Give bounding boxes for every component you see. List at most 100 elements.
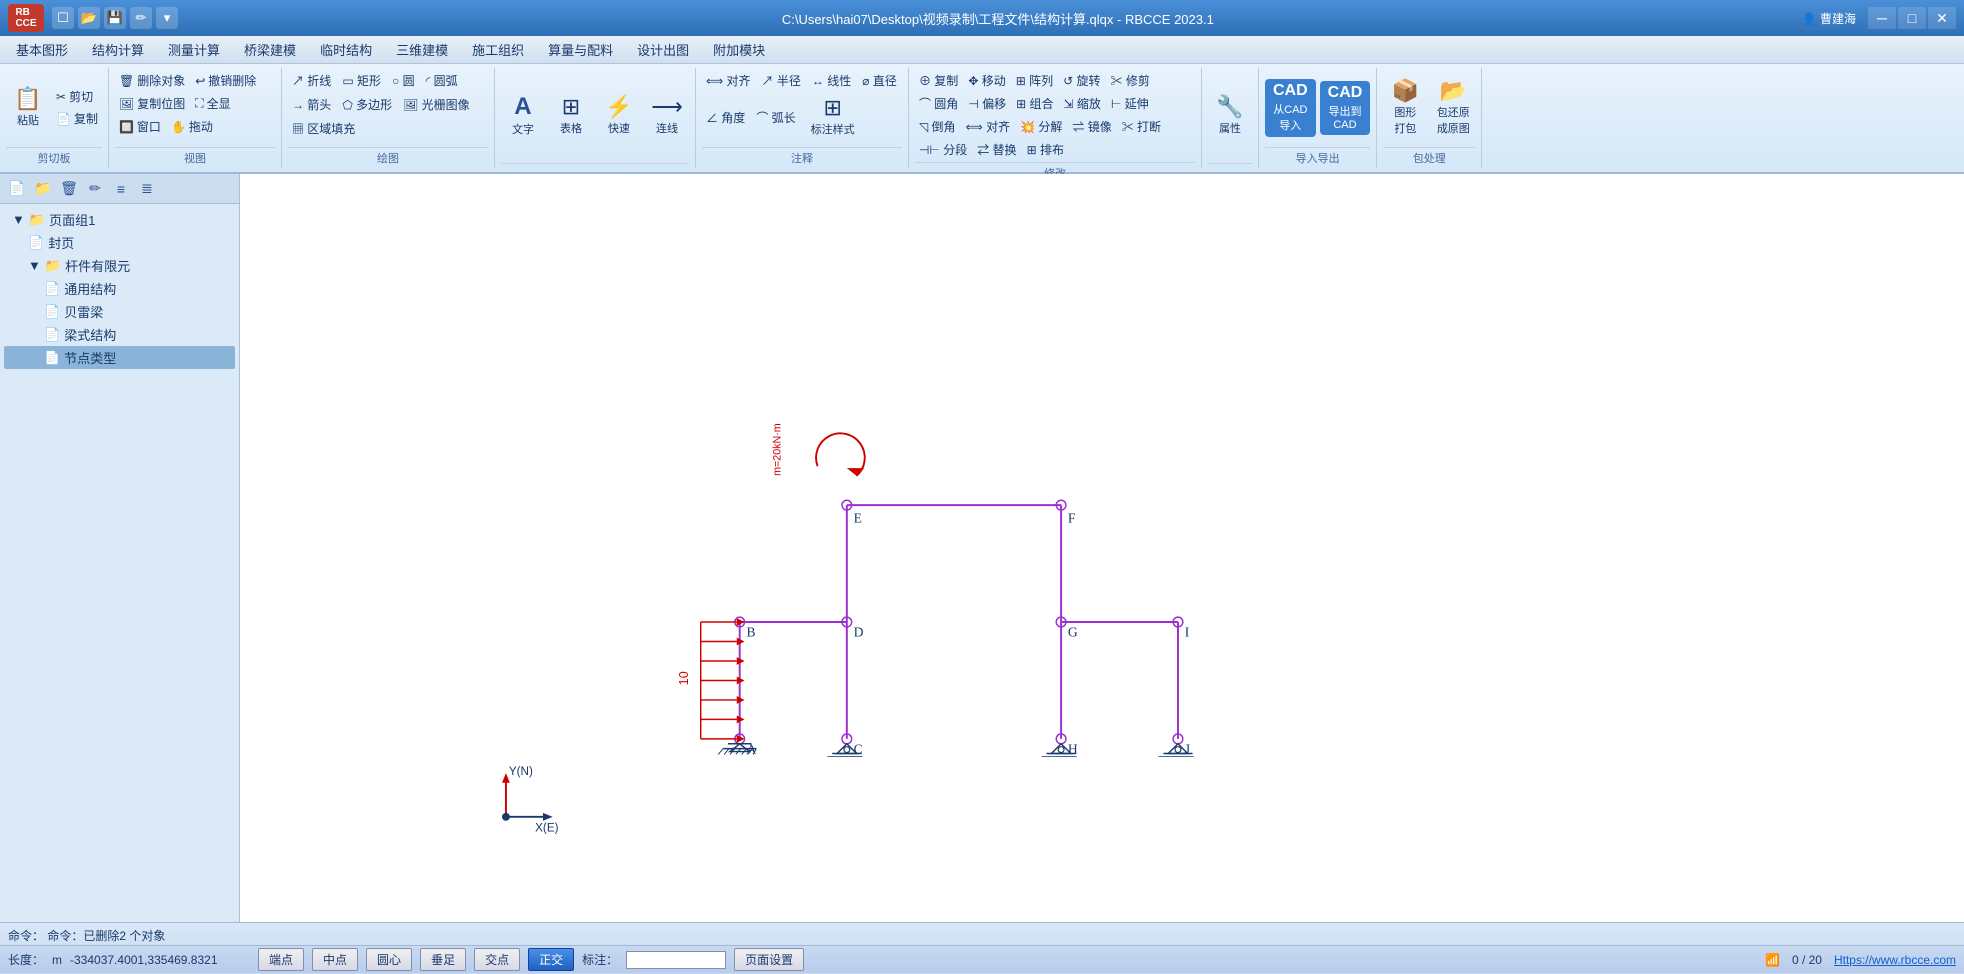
delete-objects-button[interactable]: 🗑删除对象 (115, 70, 189, 91)
snap-endpoint-button[interactable]: 端点 (258, 948, 304, 971)
circle-button[interactable]: ○ 圆 (388, 70, 419, 91)
menu-addon-modules[interactable]: 附加模块 (701, 36, 777, 63)
fillet-button[interactable]: ⌒ 圆角 (915, 93, 962, 114)
detail-view-icon[interactable]: ≣ (136, 178, 158, 200)
tree-item-coverpage[interactable]: 📄 封页 (4, 231, 235, 254)
rotate-button[interactable]: ↺ 旋转 (1059, 70, 1104, 91)
diameter-button[interactable]: ⌀ 直径 (858, 70, 901, 91)
ortho-button[interactable]: 正交 (528, 948, 574, 971)
page-settings-button[interactable]: 页面设置 (734, 948, 804, 971)
expand-icon-2: ▼ (28, 258, 41, 273)
list-view-icon[interactable]: ≡ (110, 178, 132, 200)
dim-style-button[interactable]: ⊞ 标注样式 (803, 94, 863, 140)
extend-button[interactable]: ⊢ 延伸 (1107, 93, 1153, 114)
polygon-button[interactable]: ⬠ 多边形 (338, 94, 396, 115)
delete-page-icon[interactable]: 🗑 (58, 178, 80, 200)
minimize-button[interactable]: ─ (1868, 7, 1896, 29)
user-icon: 👤 (1802, 12, 1817, 26)
fill-button[interactable]: ▦ 区域填充 (288, 118, 359, 139)
arc-length-button[interactable]: ⌒ 弧长 (752, 107, 799, 128)
menu-measurement-calc[interactable]: 测量计算 (156, 36, 232, 63)
undo-delete-button[interactable]: ↩撤销删除 (191, 70, 260, 91)
tree-item-fem[interactable]: ▼ 📁 杆件有限元 (4, 254, 235, 277)
copy-button[interactable]: 📄复制 (52, 108, 102, 129)
paste-button[interactable]: 📋 粘贴 (6, 85, 50, 131)
chamfer-button[interactable]: ◹ 倒角 (915, 116, 960, 137)
unpack-button[interactable]: 📂 包还原成原图 (1431, 77, 1475, 139)
rect-button[interactable]: ▭ 矩形 (338, 70, 385, 91)
menu-bridge-modeling[interactable]: 桥梁建模 (232, 36, 308, 63)
dropdown-icon[interactable]: ▾ (156, 7, 178, 29)
canvas-area[interactable]: A B C D E F G H I J 10 m=20kN·m (240, 174, 1964, 922)
menu-structural-calc[interactable]: 结构计算 (80, 36, 156, 63)
window-view-button[interactable]: 🔲窗口 (115, 116, 165, 137)
new-page-icon[interactable]: 📄 (6, 178, 28, 200)
drag-button[interactable]: ✋拖动 (167, 116, 217, 137)
save-file-icon[interactable]: 💾 (104, 7, 126, 29)
menu-3d-modeling[interactable]: 三维建模 (384, 36, 460, 63)
menu-temp-structure[interactable]: 临时结构 (308, 36, 384, 63)
maximize-button[interactable]: □ (1898, 7, 1926, 29)
annotation-input[interactable] (626, 951, 726, 969)
connect-button[interactable]: ⟶ 连线 (645, 93, 689, 139)
polyline-button[interactable]: ↗ 折线 (288, 70, 335, 91)
edit-page-icon[interactable]: ✏ (84, 178, 106, 200)
raster-button[interactable]: 🖼 光栅图像 (399, 94, 474, 115)
snap-center-button[interactable]: 圆心 (366, 948, 412, 971)
break-button[interactable]: ✂ 打断 (1118, 116, 1165, 137)
arc-button[interactable]: ◜ 圆弧 (422, 70, 462, 91)
mirror-button[interactable]: ⇌ 镜像 (1068, 116, 1115, 137)
fullview-icon: ⛶ (195, 96, 203, 111)
cut-button[interactable]: ✂剪切 (52, 86, 102, 107)
offset-button[interactable]: ⊣ 偏移 (964, 93, 1010, 114)
array-button[interactable]: ⊞ 阵列 (1012, 70, 1057, 91)
copy-modify-button[interactable]: ⊕ 复制 (915, 70, 962, 91)
menu-design-drawing[interactable]: 设计出图 (625, 36, 701, 63)
full-view-button[interactable]: ⛶全显 (191, 93, 234, 114)
open-file-icon[interactable]: 📂 (78, 7, 100, 29)
scale-button[interactable]: ⇲ 缩放 (1060, 93, 1105, 114)
explode-button[interactable]: 💥 分解 (1016, 116, 1066, 137)
move-button[interactable]: ✥ 移动 (964, 70, 1009, 91)
pack-button[interactable]: 📦 图形打包 (1383, 77, 1427, 139)
website-link[interactable]: Https://www.rbcce.com (1834, 953, 1956, 967)
menu-construction-org[interactable]: 施工组织 (460, 36, 536, 63)
arrange-button[interactable]: ⊞ 排布 (1023, 139, 1068, 160)
align-mod-button[interactable]: ⟺ 对齐 (962, 116, 1015, 137)
radius-button[interactable]: ↗ 半径 (758, 70, 805, 91)
tree-item-pagegroup1[interactable]: ▼ 📁 页面组1 (4, 208, 235, 231)
new-file-icon[interactable]: ☐ (52, 7, 74, 29)
angle-button[interactable]: ∠ 角度 (702, 107, 749, 128)
text-button[interactable]: A 文字 (501, 92, 545, 140)
trim-button[interactable]: ✂ 修剪 (1106, 70, 1153, 91)
tree-item-nodetype[interactable]: 📄 节点类型 (4, 346, 235, 369)
text-group-label (501, 163, 689, 166)
menu-quantity-material[interactable]: 算量与配料 (536, 36, 625, 63)
tree-item-bailey[interactable]: 📄 贝雷梁 (4, 300, 235, 323)
quick-button[interactable]: ⚡ 快速 (597, 93, 641, 139)
export-cad-button[interactable]: CAD 导出到CAD (1320, 81, 1371, 135)
svg-text:Y(N): Y(N) (509, 765, 533, 778)
tree-label-pagegroup1: 页面组1 (49, 210, 95, 229)
linear-button[interactable]: ↔ 线性 (808, 70, 855, 91)
user-name: 曹建海 (1820, 12, 1856, 26)
align-dim-button[interactable]: ⟺ 对齐 (702, 70, 755, 91)
replace-button[interactable]: ⇄ 替换 (973, 139, 1020, 160)
segment-button[interactable]: ⊣⊢ 分段 (915, 139, 971, 160)
tree-item-beam[interactable]: 📄 梁式结构 (4, 323, 235, 346)
tree-item-general[interactable]: 📄 通用结构 (4, 277, 235, 300)
snap-intersection-button[interactable]: 交点 (474, 948, 520, 971)
open-page-icon[interactable]: 📁 (32, 178, 54, 200)
edit-icon[interactable]: ✏ (130, 7, 152, 29)
properties-button[interactable]: 🔧 属性 (1208, 93, 1252, 139)
snap-midpoint-button[interactable]: 中点 (312, 948, 358, 971)
file-icon-bailey: 📄 (44, 304, 60, 320)
snap-perpendicular-button[interactable]: 垂足 (420, 948, 466, 971)
combine-button[interactable]: ⊞ 组合 (1012, 93, 1057, 114)
copy-bitmap-button[interactable]: 🖼复制位图 (115, 93, 189, 114)
close-button[interactable]: ✕ (1928, 7, 1956, 29)
table-button[interactable]: ⊞ 表格 (549, 93, 593, 139)
import-cad-button[interactable]: CAD 从CAD导入 (1265, 79, 1316, 137)
menu-basic-shapes[interactable]: 基本图形 (4, 36, 80, 63)
arrow-button[interactable]: → 箭头 (288, 94, 335, 115)
